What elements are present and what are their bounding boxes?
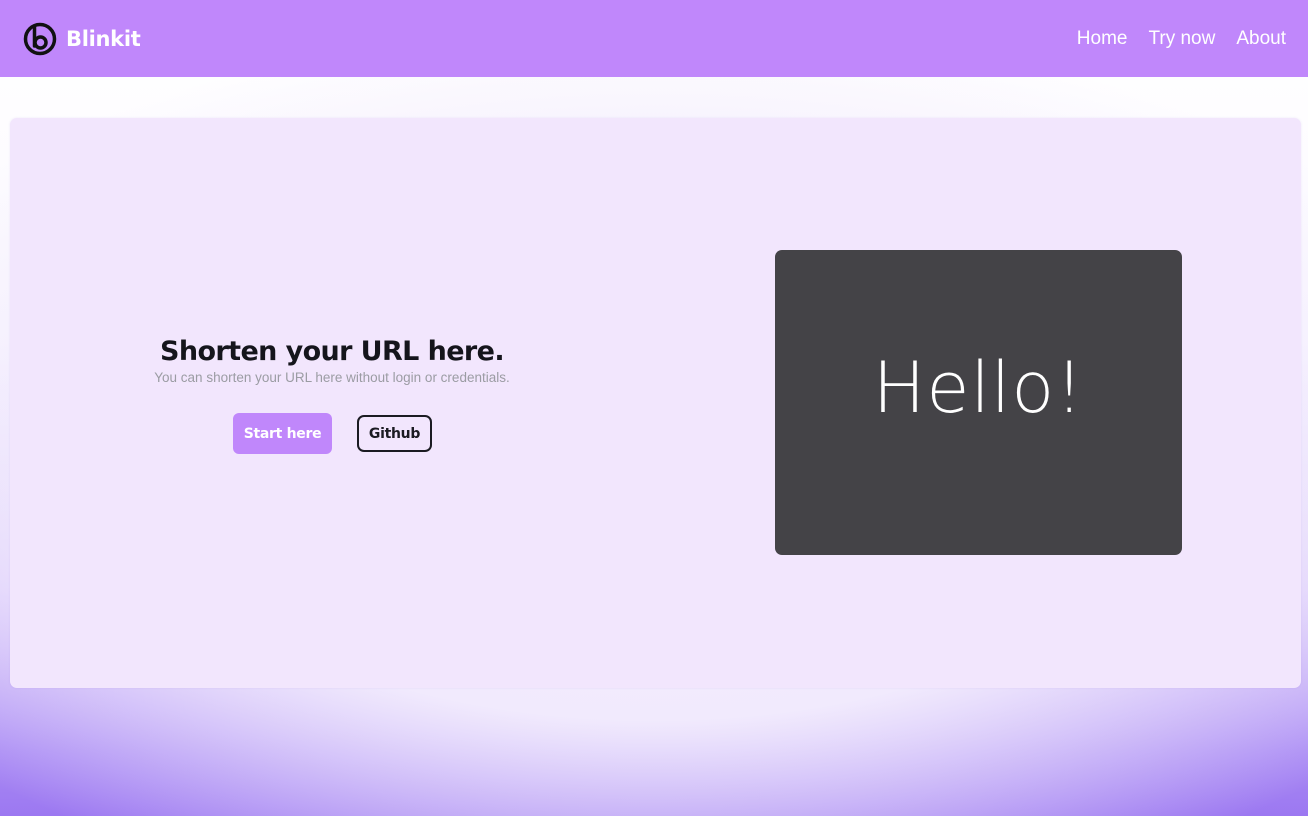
hero-section: Shorten your URL here. You can shorten y… xyxy=(10,118,1301,688)
blinkit-logo-icon xyxy=(23,22,57,56)
nav-links: Home Try now About xyxy=(1056,26,1286,52)
navbar: Blinkit Home Try now About xyxy=(0,0,1308,77)
nav-try-now-link[interactable]: Try now xyxy=(1148,26,1215,52)
hero-title: Shorten your URL here. xyxy=(160,336,505,367)
nav-about-link[interactable]: About xyxy=(1236,26,1286,52)
github-button[interactable]: Github xyxy=(357,415,432,452)
hero-text: Shorten your URL here. You can shorten y… xyxy=(109,336,555,387)
hero-subtitle: You can shorten your URL here without lo… xyxy=(154,370,510,385)
nav-home-link[interactable]: Home xyxy=(1077,26,1128,52)
hero-actions: Start here Github xyxy=(233,413,432,454)
brand-link[interactable]: Blinkit xyxy=(22,20,141,58)
preview-card: Hello! xyxy=(775,250,1182,555)
brand-name: Blinkit xyxy=(66,27,141,51)
preview-text: Hello! xyxy=(872,347,1085,429)
start-here-button[interactable]: Start here xyxy=(233,413,332,454)
